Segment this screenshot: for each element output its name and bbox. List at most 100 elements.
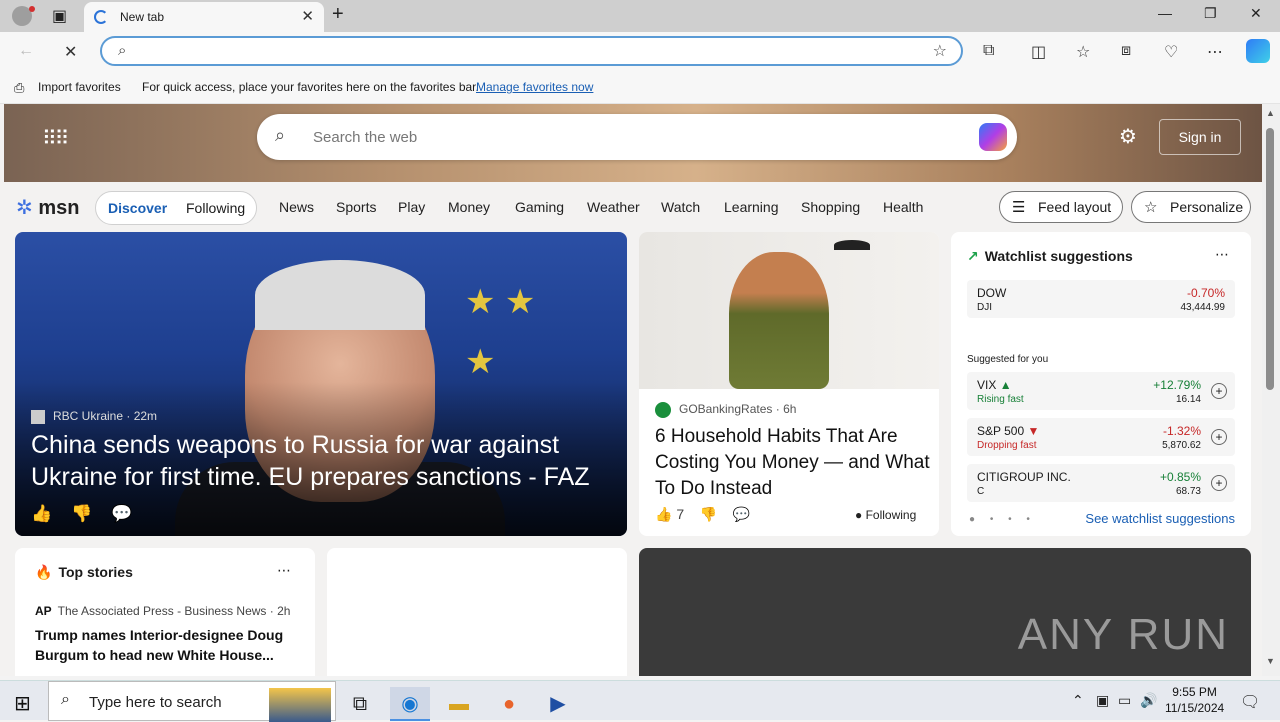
browser-toolbar: ← ✕ ⌕ ☆ ⧉ ◫ ☆ ⧈ ♡ ⋯ <box>0 32 1280 72</box>
browser-essentials-icon[interactable]: ♡ <box>1164 42 1178 62</box>
task-view-icon[interactable]: ⧉ <box>340 687 380 721</box>
video-card[interactable]: ANY RUN <box>639 548 1251 676</box>
web-search-box[interactable]: ⌕ Search the web <box>257 114 1017 160</box>
msn-logo-text: msn <box>38 197 80 219</box>
hero-story-card[interactable]: ★ ★ ★ RBC Ukraine · 22m China sends weapo… <box>15 232 627 536</box>
nav-play[interactable]: Play <box>398 199 425 215</box>
stock-name: CITIGROUP INC. <box>977 470 1071 484</box>
address-bar[interactable]: ⌕ ☆ <box>100 36 963 66</box>
nav-shopping[interactable]: Shopping <box>801 199 860 215</box>
nav-weather[interactable]: Weather <box>587 199 640 215</box>
tray-overflow-icon[interactable]: ⌃ <box>1072 692 1084 709</box>
nav-gaming[interactable]: Gaming <box>515 199 564 215</box>
tab-new-tab[interactable]: New tab ✕ <box>84 2 324 32</box>
msn-page: ⠿⠿ ⌕ Search the web ⚙ Sign in ✲ msn Disc… <box>0 104 1262 676</box>
more-menu-icon[interactable]: ⋯ <box>1207 42 1223 62</box>
placeholder-card <box>327 548 627 676</box>
nav-sports[interactable]: Sports <box>336 199 376 215</box>
scroll-up-icon[interactable]: ▲ <box>1266 108 1275 118</box>
nav-money[interactable]: Money <box>448 199 490 215</box>
tab-discover[interactable]: Discover <box>108 200 167 216</box>
more-options-icon[interactable]: ⋯ <box>277 562 291 579</box>
file-explorer-icon[interactable]: ▬ <box>439 687 479 721</box>
like-count: 7 <box>676 506 685 522</box>
split-screen-icon[interactable]: ◫ <box>1031 42 1046 62</box>
firefox-icon[interactable]: ● <box>489 687 529 721</box>
msn-logo[interactable]: ✲ msn <box>16 195 79 220</box>
powershell-icon[interactable]: ▶ <box>538 687 578 721</box>
trend-icon: ↗ <box>967 248 979 264</box>
settings-gear-icon[interactable]: ⚙ <box>1119 124 1137 149</box>
see-watchlist-link[interactable]: See watchlist suggestions <box>1085 511 1235 526</box>
lamp-image <box>834 240 870 250</box>
stock-price: 5,870.62 <box>1162 440 1201 451</box>
stock-row-sp500[interactable]: S&P 500 ▼ Dropping fast -1.32% 5,870.62 … <box>967 418 1235 456</box>
import-favorites-icon[interactable]: ⎙ <box>14 80 24 96</box>
watchlist-title: Watchlist suggestions <box>984 248 1133 264</box>
copilot-icon[interactable] <box>1246 39 1270 63</box>
add-to-watchlist-icon[interactable]: + <box>1211 429 1227 445</box>
page-scrollbar[interactable]: ▲ ▼ <box>1262 104 1280 676</box>
nav-learning[interactable]: Learning <box>724 199 779 215</box>
network-icon[interactable]: ▭ <box>1118 692 1131 709</box>
stock-row-dow[interactable]: DOW DJI -0.70% 43,444.99 <box>967 280 1235 318</box>
like-icon[interactable]: 👍 <box>655 506 672 522</box>
story-card-household-habits[interactable]: GOBankingRates · 6h 6 Household Habits T… <box>639 232 939 536</box>
top-story-source: AP The Associated Press - Business News ·… <box>35 604 291 618</box>
carousel-dots[interactable]: ● • • • <box>969 514 1036 525</box>
stock-row-vix[interactable]: VIX ▲ Rising fast +12.79% 16.14 + <box>967 372 1235 410</box>
favorites-icon[interactable]: ☆ <box>1076 42 1090 62</box>
like-icon[interactable]: 👍 <box>31 504 52 523</box>
apps-grid-icon[interactable]: ⠿⠿ <box>42 126 69 151</box>
restore-icon[interactable]: ❐ <box>1204 5 1217 22</box>
personalize-button[interactable]: ☆ Personalize <box>1131 191 1251 223</box>
tab-actions-icon[interactable]: ▣ <box>52 6 67 26</box>
following-badge[interactable]: ● Following <box>855 508 916 522</box>
close-window-icon[interactable]: ✕ <box>1250 5 1262 22</box>
feed-layout-button[interactable]: ☰ Feed layout <box>999 191 1123 223</box>
stock-price: 68.73 <box>1175 486 1201 497</box>
minimize-icon[interactable]: — <box>1158 5 1172 21</box>
windows-start-icon[interactable]: ⊞ <box>14 691 31 716</box>
taskbar-search-box[interactable]: ⌕ Type here to search <box>48 681 336 722</box>
stop-loading-icon[interactable]: ✕ <box>64 42 77 62</box>
stock-row-citigroup[interactable]: CITIGROUP INC. C +0.85% 68.73 + <box>967 464 1235 502</box>
more-options-icon[interactable]: ⋯ <box>1215 246 1229 263</box>
sign-in-button[interactable]: Sign in <box>1159 119 1241 155</box>
extensions-icon[interactable]: ⧉ <box>983 42 994 60</box>
check-circle-icon: ● <box>855 508 863 522</box>
nav-news[interactable]: News <box>279 199 314 215</box>
rising-icon: ▲ <box>999 378 1012 392</box>
comment-icon[interactable]: 💬 <box>111 504 132 523</box>
volume-icon[interactable]: 🔊 <box>1140 692 1157 709</box>
collections-icon[interactable]: ⧈ <box>1121 42 1131 60</box>
gobankingrates-logo-icon <box>655 402 671 418</box>
copilot-icon[interactable] <box>979 123 1007 151</box>
manage-favorites-link[interactable]: Manage favorites now <box>476 80 593 94</box>
scroll-down-icon[interactable]: ▼ <box>1266 656 1275 666</box>
tab-following[interactable]: Following <box>186 200 245 216</box>
comment-icon[interactable]: 💬 <box>733 506 750 522</box>
top-story-headline[interactable]: Trump names Interior-designee Doug Burgu… <box>35 625 295 665</box>
tray-device-icon[interactable]: ▣ <box>1096 692 1109 709</box>
hero-age: 22m <box>133 409 158 423</box>
woman-image <box>729 252 829 389</box>
edge-taskbar-icon[interactable]: ◉ <box>390 687 430 721</box>
import-favorites-button[interactable]: Import favorites <box>38 80 121 94</box>
dislike-icon[interactable]: 👎 <box>700 506 717 522</box>
dislike-icon[interactable]: 👎 <box>71 504 92 523</box>
new-tab-icon[interactable]: + <box>332 3 344 26</box>
back-icon[interactable]: ← <box>18 42 34 60</box>
close-tab-icon[interactable]: ✕ <box>301 7 314 25</box>
add-to-watchlist-icon[interactable]: + <box>1211 475 1227 491</box>
add-to-watchlist-icon[interactable]: + <box>1211 383 1227 399</box>
top-stories-card: 🔥 Top stories ⋯ AP The Associated Press - … <box>15 548 315 676</box>
notifications-icon[interactable]: 🗨 <box>1240 692 1260 712</box>
favorite-star-icon[interactable]: ☆ <box>933 41 947 61</box>
story-headline[interactable]: 6 Household Habits That Are Costing You … <box>655 424 930 502</box>
nav-health[interactable]: Health <box>883 199 923 215</box>
nav-watch[interactable]: Watch <box>661 199 700 215</box>
scroll-thumb[interactable] <box>1266 128 1274 390</box>
hero-headline[interactable]: China sends weapons to Russia for war ag… <box>31 429 611 493</box>
taskbar-clock[interactable]: 9:55 PM 11/15/2024 <box>1165 684 1224 716</box>
